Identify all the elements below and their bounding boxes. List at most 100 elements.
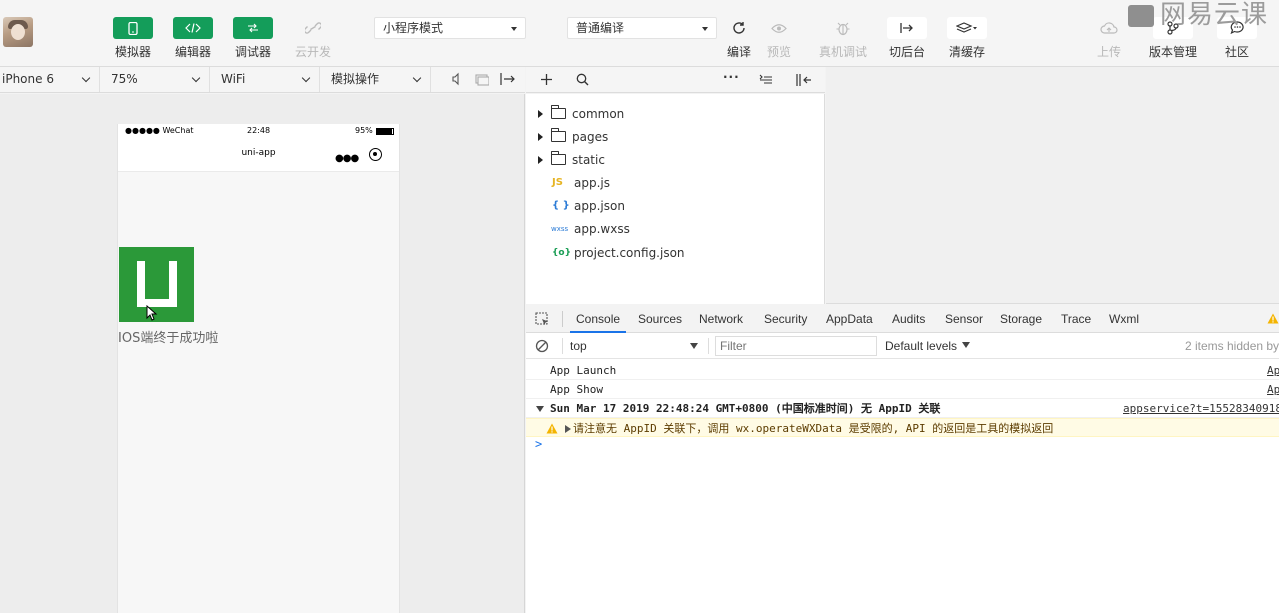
console-group-line[interactable]: Sun Mar 17 2019 22:48:24 GMT+0800 (中国标准时… [526, 399, 1279, 418]
console-filter-input[interactable] [715, 336, 877, 356]
log-text: App Show [550, 383, 603, 396]
watermark-logo-icon [1128, 4, 1154, 27]
tree-file-app-json[interactable]: { } app.json [526, 196, 825, 216]
tab-audits[interactable]: Audits [892, 305, 925, 333]
preview-label: 预览 [766, 45, 791, 59]
tree-file-project-config[interactable]: {o} project.config.json [526, 243, 825, 263]
log-source-link[interactable]: Ap [1267, 361, 1279, 380]
editor-area[interactable] [826, 67, 1279, 304]
tab-sensor[interactable]: Sensor [945, 305, 983, 333]
warning-icon[interactable] [1267, 313, 1279, 324]
window-icon[interactable] [475, 72, 489, 86]
console-log-line: App Show Ap [526, 380, 1279, 399]
log-text: App Launch [550, 364, 617, 377]
chevron-down-icon [81, 73, 91, 83]
user-avatar[interactable] [3, 17, 33, 47]
phone-nav-bar: uni-app ●●● [118, 138, 399, 172]
volume-icon[interactable] [452, 72, 462, 86]
caret-right-icon [538, 156, 543, 164]
caret-right-icon [538, 133, 543, 141]
folder-icon [551, 151, 566, 165]
tree-folder-static[interactable]: static [526, 150, 825, 170]
tab-network[interactable]: Network [699, 305, 743, 333]
chevron-down-icon [690, 343, 698, 349]
chevron-down-icon [191, 73, 201, 83]
toggle-sidebar-icon[interactable] [796, 73, 812, 87]
mode-select[interactable]: 小程序模式 [374, 17, 526, 39]
tab-wxml[interactable]: Wxml [1109, 305, 1139, 333]
operation-select[interactable]: 模拟操作 [320, 67, 431, 92]
clear-cache-button[interactable]: 清缓存 [937, 17, 997, 60]
editor-toggle-button[interactable]: 编辑器 [163, 17, 223, 60]
simulator-area: ●●●●● WeChat 22:48 95% uni-app ●●● IOS端终… [0, 94, 525, 613]
tab-storage[interactable]: Storage [1000, 305, 1042, 333]
remote-debug-button[interactable]: 真机调试 [813, 17, 873, 60]
debug-icon [248, 23, 258, 33]
folder-icon [551, 105, 566, 119]
js-file-icon: JS [552, 177, 563, 188]
detach-panel-icon[interactable] [500, 72, 516, 86]
file-tree: common pages static JS app.js { } app.json… [526, 94, 825, 304]
background-button[interactable]: 切后台 [877, 17, 937, 60]
file-toolbar: ··· [526, 67, 825, 93]
tab-trace[interactable]: Trace [1061, 305, 1091, 333]
caret-down-icon[interactable] [536, 406, 544, 412]
cloud-dev-button[interactable]: 云开发 [283, 17, 343, 60]
device-select[interactable]: iPhone 6 [0, 67, 100, 92]
success-caption: IOS端终于成功啦 [118, 331, 219, 346]
config-file-icon: {o} [552, 248, 571, 258]
close-miniprogram-icon[interactable] [369, 148, 382, 161]
context-select[interactable]: top [564, 333, 704, 359]
tree-item-label: project.config.json [574, 246, 685, 260]
more-options-icon[interactable]: ··· [723, 70, 740, 84]
chevron-down-icon [301, 73, 311, 83]
compile-select[interactable]: 普通编译 [567, 17, 717, 39]
tree-item-label: app.json [574, 199, 625, 213]
community-label: 社区 [1224, 45, 1249, 59]
tree-file-app-js[interactable]: JS app.js [526, 173, 825, 193]
add-icon[interactable] [540, 73, 553, 86]
collapse-all-icon[interactable] [759, 74, 773, 86]
preview-button[interactable]: 预览 [749, 17, 809, 60]
tab-sources[interactable]: Sources [638, 305, 682, 333]
chevron-down-icon [412, 73, 422, 83]
main-toolbar: 模拟器 编辑器 调试器 云开发 小程序模式 普通编译 编译 预览 真机调试 切后… [0, 0, 1279, 67]
tree-item-label: app.js [574, 176, 610, 190]
tree-folder-pages[interactable]: pages [526, 127, 825, 147]
tab-console[interactable]: Console [570, 305, 627, 333]
status-battery: 95% [355, 126, 373, 135]
debugger-label: 调试器 [234, 45, 271, 59]
network-select[interactable]: WiFi [210, 67, 320, 92]
chevron-down-icon [702, 27, 708, 31]
console-log-line: App Launch Ap [526, 361, 1279, 380]
background-icon [900, 23, 913, 33]
status-time: 22:48 [247, 126, 271, 135]
remote-debug-label: 真机调试 [818, 45, 867, 59]
tab-security[interactable]: Security [764, 305, 807, 333]
console-prompt[interactable]: > [535, 437, 542, 451]
cloud-link-icon [305, 22, 321, 34]
zoom-select[interactable]: 75% [100, 67, 210, 92]
tab-appdata[interactable]: AppData [826, 305, 873, 333]
log-source-link[interactable]: appservice?t=15528340918 [1123, 399, 1279, 418]
tree-file-app-wxss[interactable]: wxss app.wxss [526, 219, 825, 239]
simulator-toggle-button[interactable]: 模拟器 [103, 17, 163, 60]
caret-right-icon[interactable] [565, 425, 571, 433]
phone-screen[interactable]: ●●●●● WeChat 22:48 95% uni-app ●●● IOS端终… [117, 124, 400, 613]
cloud-dev-label: 云开发 [294, 45, 331, 59]
inspect-element-icon[interactable] [535, 312, 550, 327]
log-source-link[interactable]: Ap [1267, 380, 1279, 399]
more-icon[interactable]: ●●● [335, 153, 359, 164]
simulator-label: 模拟器 [114, 45, 151, 59]
tree-folder-common[interactable]: common [526, 104, 825, 124]
levels-select[interactable]: Default levels [885, 333, 985, 359]
background-label: 切后台 [888, 45, 925, 59]
clear-console-icon[interactable] [535, 339, 549, 353]
chevron-down-icon [962, 342, 970, 348]
chevron-down-icon [511, 27, 517, 31]
upload-label: 上传 [1096, 45, 1121, 59]
debugger-toggle-button[interactable]: 调试器 [223, 17, 283, 60]
simulator-toolbar: iPhone 6 75% WiFi 模拟操作 [0, 67, 525, 93]
caret-right-icon [538, 110, 543, 118]
search-icon[interactable] [576, 73, 589, 86]
